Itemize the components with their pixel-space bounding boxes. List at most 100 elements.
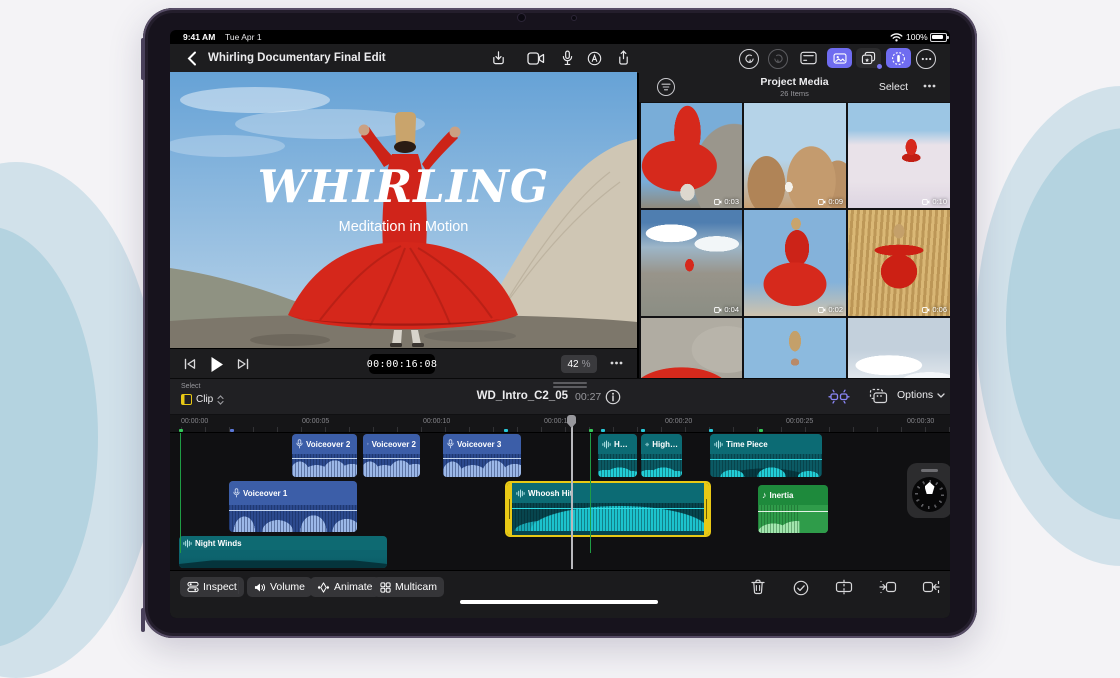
toolbar-divider — [238, 580, 239, 594]
bezel-mic-dot — [571, 15, 577, 21]
keyframe-dot — [589, 429, 593, 432]
project-media-panel: Project Media 26 Items Select 0:03 0:09 … — [639, 72, 950, 378]
media-thumbnail[interactable]: 0:02 — [744, 210, 846, 316]
home-indicator[interactable] — [460, 600, 658, 604]
redo-icon[interactable] — [768, 49, 788, 69]
panel-resize-handle[interactable] — [553, 382, 587, 384]
clip-mode-selector[interactable]: Clip — [181, 394, 224, 405]
media-more-icon[interactable] — [923, 84, 936, 88]
media-thumbnail[interactable]: 0:09 — [744, 103, 846, 208]
ruler-label: 00:00:05 — [302, 418, 329, 425]
project-title: Whirling Documentary Final Edit — [208, 52, 386, 64]
timeline-clip-whoosh-hit-selected[interactable]: Whoosh Hit — [505, 481, 711, 537]
selected-clip-name: WD_Intro_C2_05 — [410, 390, 568, 402]
timeline-clip-inertia[interactable]: ♪Inertia — [758, 485, 828, 533]
status-bar: 9:41 AM Tue Apr 1 100% — [170, 30, 950, 45]
wifi-icon — [890, 32, 903, 42]
media-thumbnail[interactable] — [744, 318, 846, 378]
volume-button[interactable]: Volume — [247, 577, 312, 597]
ipad-device: 9:41 AM Tue Apr 1 100% Whirling Document… — [143, 8, 977, 638]
selected-clip-duration: 00:27 — [575, 391, 601, 403]
insert-clip-icon[interactable] — [878, 579, 897, 595]
playhead-line[interactable] — [571, 415, 573, 569]
jog-wheel-toggle-button[interactable] — [886, 48, 911, 68]
speaker-icon — [254, 582, 266, 593]
overwrite-clip-icon[interactable] — [868, 387, 888, 405]
undo-icon[interactable] — [739, 49, 759, 69]
trim-handle-left[interactable] — [507, 483, 512, 535]
ruler-label: 00:00:00 — [181, 418, 208, 425]
import-icon[interactable] — [490, 50, 506, 66]
select-button[interactable]: Select — [879, 81, 908, 93]
media-thumbnail[interactable] — [848, 318, 950, 378]
animate-button[interactable]: Animate — [310, 577, 380, 597]
timeline-clip-high[interactable]: High… — [641, 434, 682, 477]
multicam-button[interactable]: Multicam — [373, 577, 444, 597]
back-button[interactable] — [184, 50, 200, 66]
ruler-label: 00:00:20 — [665, 418, 692, 425]
titles-panel-icon[interactable] — [799, 50, 817, 66]
options-button[interactable]: Options — [897, 389, 945, 401]
zoom-unit: % — [582, 359, 591, 370]
bottom-toolbar: Inspect Volume Animate Multicam — [170, 570, 950, 618]
timeline-clip-timepiece[interactable]: Time Piece — [710, 434, 822, 477]
camera-icon[interactable] — [527, 51, 545, 65]
media-thumbnail[interactable]: 0:03 — [641, 103, 742, 208]
connect-clip-icon[interactable] — [828, 387, 850, 405]
timeline-clip-voiceover2a[interactable]: Voiceover 2 — [292, 434, 357, 477]
trash-icon[interactable] — [750, 578, 766, 596]
skip-back-icon[interactable] — [183, 357, 197, 371]
panel-resize-handle[interactable] — [553, 386, 587, 388]
media-thumbnail[interactable] — [641, 318, 742, 378]
media-thumbnail[interactable]: 0:04 — [641, 210, 742, 316]
chevron-down-icon — [937, 393, 945, 398]
ruler-label: 00:00:30 — [907, 418, 934, 425]
split-clip-icon[interactable] — [834, 579, 853, 595]
skip-forward-icon[interactable] — [236, 357, 250, 371]
timeline-start-line — [180, 433, 181, 553]
zoom-level-control[interactable]: 42 % — [561, 355, 597, 373]
timeline-clip-night-winds[interactable]: Night Winds — [179, 536, 387, 568]
timeline-ruler[interactable]: 00:00:00 00:00:05 00:00:10 00:00:15 00:0… — [170, 415, 950, 433]
microphone-icon[interactable] — [561, 49, 573, 66]
trim-handle-right[interactable] — [704, 483, 709, 535]
jog-wheel-dial[interactable] — [912, 477, 947, 512]
side-button-bottom[interactable] — [141, 608, 145, 632]
status-time: 9:41 AM — [183, 32, 215, 42]
zoom-value: 42 — [567, 359, 578, 370]
keyframe-dot — [230, 429, 234, 432]
timeline[interactable]: 00:00:00 00:00:05 00:00:10 00:00:15 00:0… — [170, 414, 950, 570]
preview-subtitle-text: Meditation in Motion — [170, 219, 637, 235]
ruler-label: 00:00:25 — [786, 418, 813, 425]
annotate-icon[interactable] — [586, 50, 602, 66]
media-header: Project Media 26 Items Select — [639, 72, 950, 102]
timecode-display[interactable]: 00:00:16:08 — [369, 354, 435, 374]
jog-drag-handle[interactable] — [921, 469, 938, 472]
viewer-more-icon[interactable] — [608, 359, 624, 367]
timeline-clip-voiceover2b[interactable]: Voiceover 2 — [363, 434, 420, 477]
timeline-clip-voiceover1[interactable]: Voiceover 1 — [229, 481, 357, 532]
info-icon[interactable] — [604, 388, 621, 405]
clips-library-button[interactable] — [856, 48, 881, 68]
timeline-clip-h[interactable]: H… — [598, 434, 637, 477]
preview-title-text: WHIRLING — [170, 160, 637, 213]
media-browser-button[interactable] — [827, 48, 852, 68]
jog-wheel-panel[interactable] — [907, 463, 950, 518]
more-icon[interactable] — [916, 49, 936, 69]
keyframe-dot — [504, 429, 508, 432]
select-mode-caption: Select — [181, 383, 200, 390]
video-viewer[interactable]: WHIRLING Meditation in Motion — [170, 72, 637, 348]
animate-diamonds-icon — [317, 582, 330, 593]
timeline-clip-voiceover3[interactable]: Voiceover 3 — [443, 434, 521, 477]
append-clip-icon[interactable] — [921, 579, 940, 595]
ruler-label: 00:00:10 — [423, 418, 450, 425]
clip-mode-label: Clip — [196, 394, 213, 405]
media-thumbnail[interactable]: 0:06 — [848, 210, 950, 316]
inspect-button[interactable]: Inspect — [180, 577, 244, 597]
play-button[interactable] — [209, 354, 225, 374]
share-icon[interactable] — [616, 49, 630, 66]
side-button-top[interactable] — [141, 38, 145, 80]
select-done-icon[interactable] — [792, 579, 809, 596]
media-thumbnail[interactable]: 0:10 — [848, 103, 950, 208]
keyframe-dot — [641, 429, 645, 432]
